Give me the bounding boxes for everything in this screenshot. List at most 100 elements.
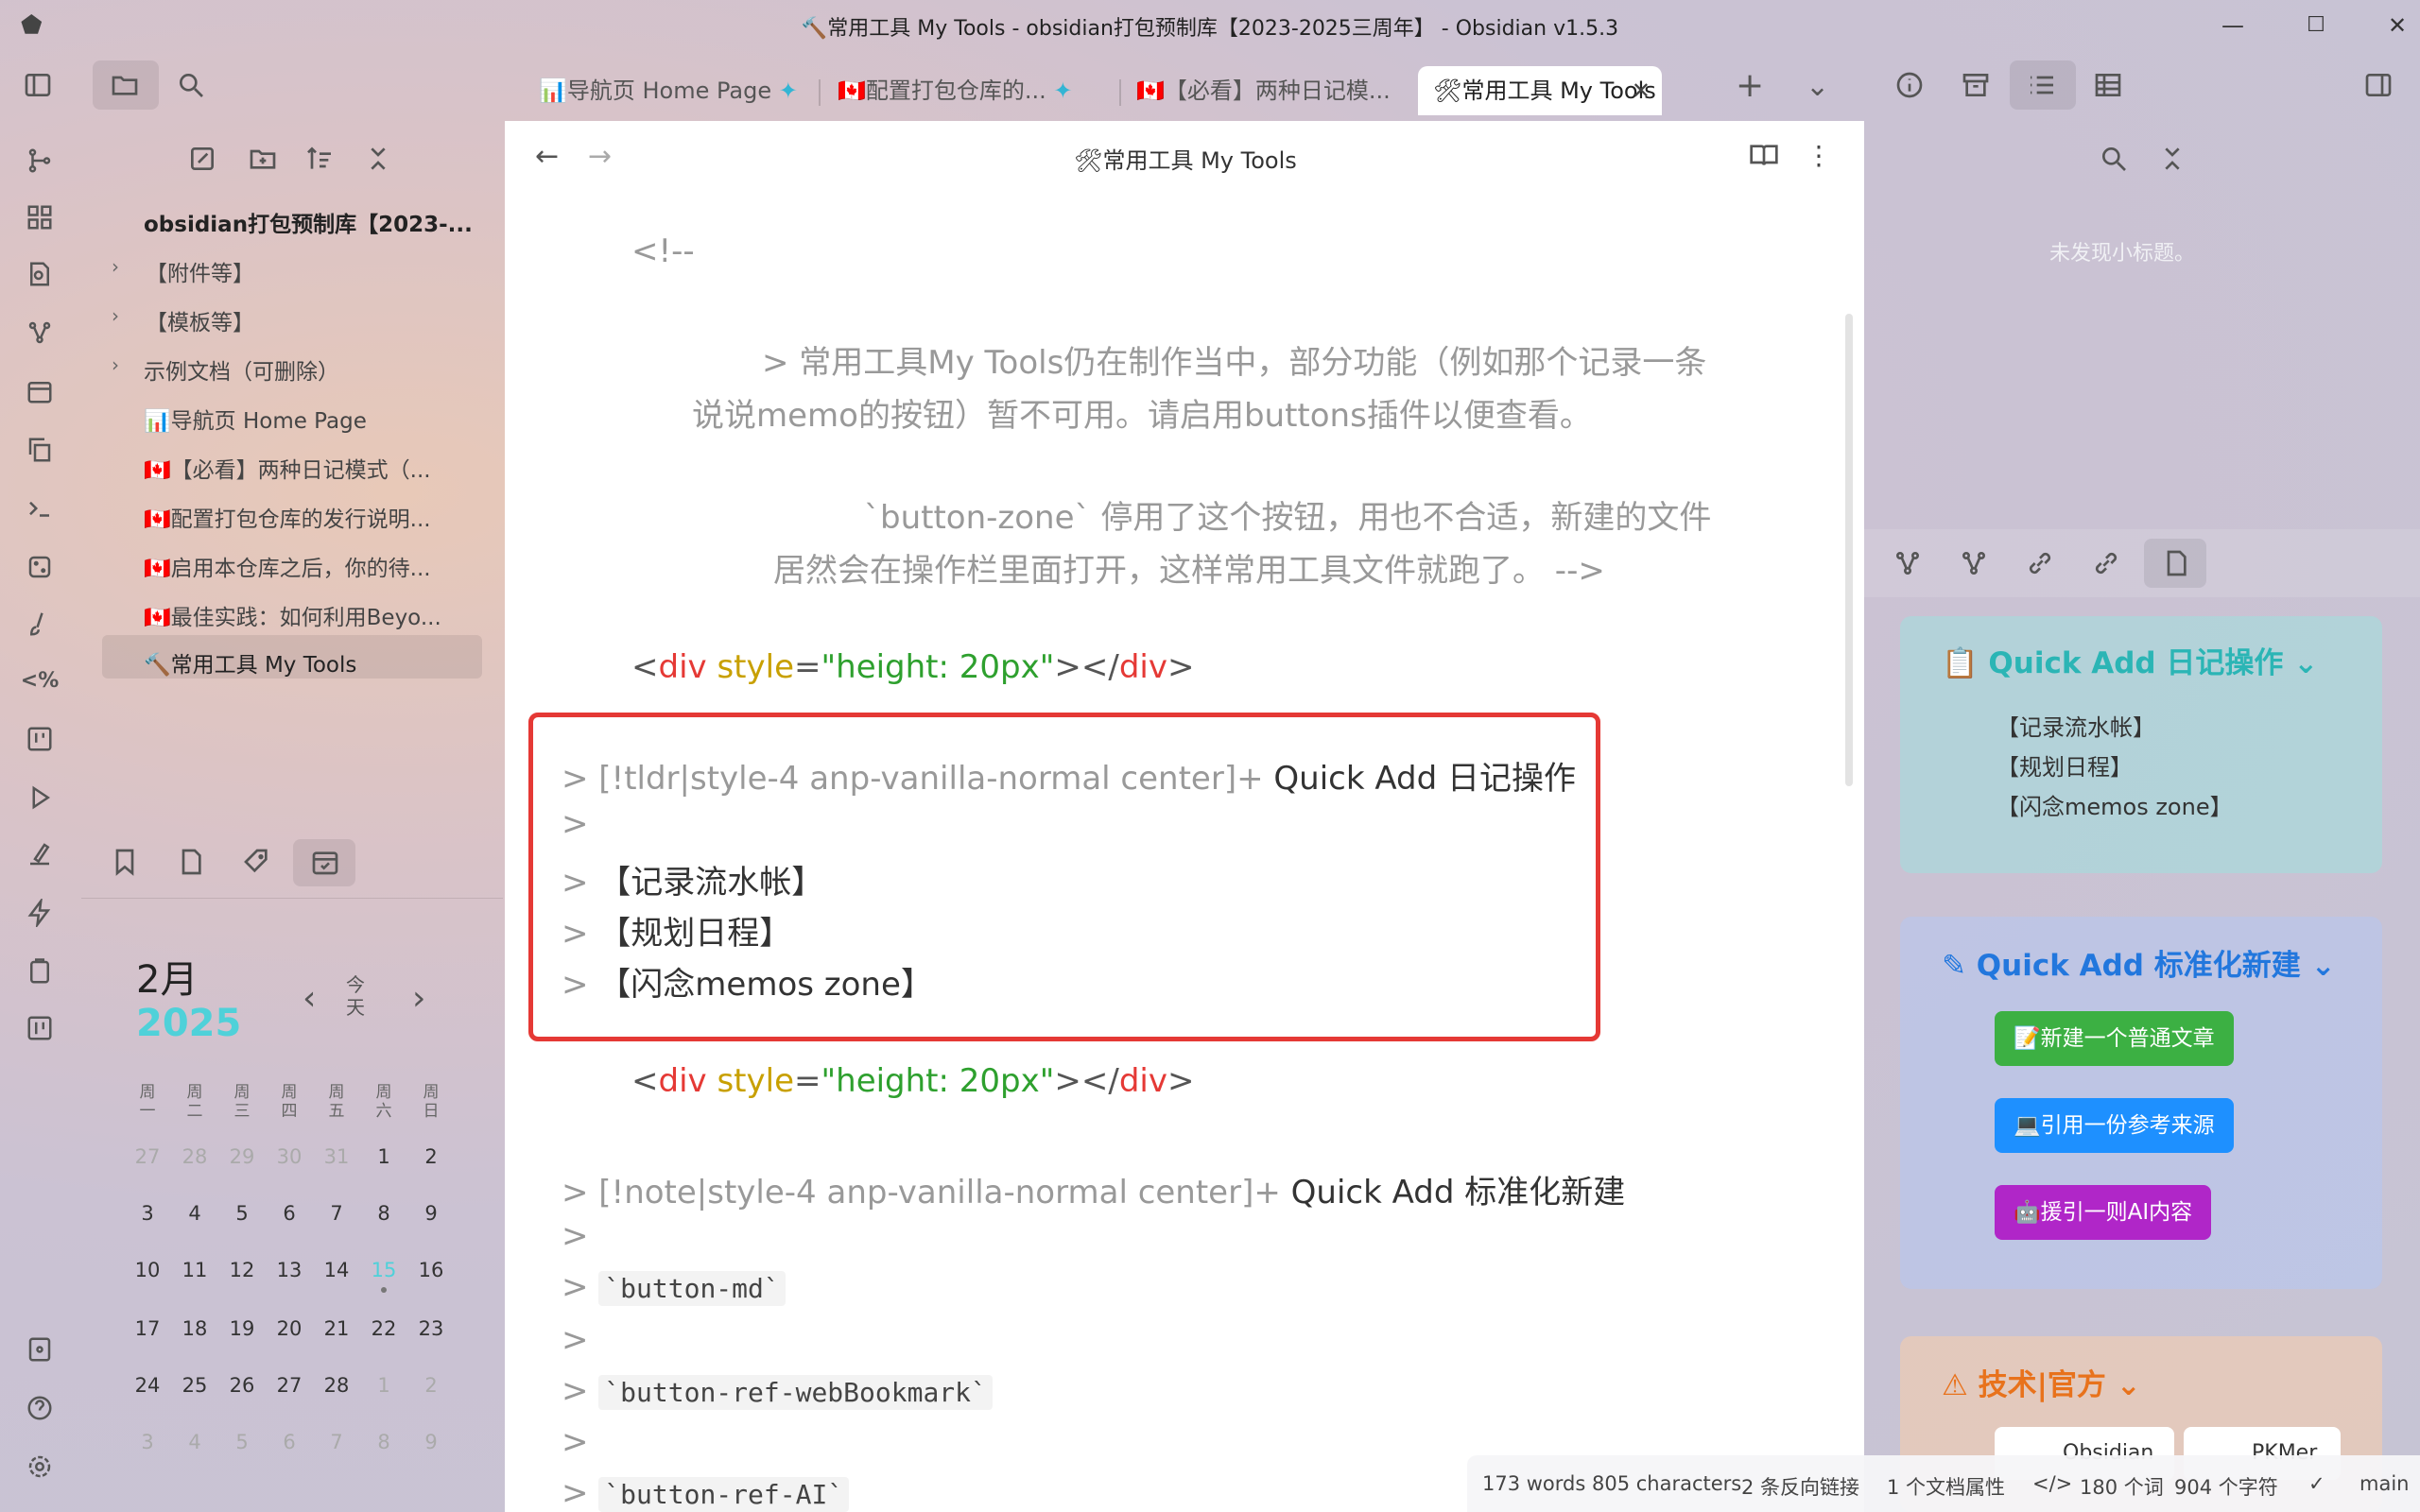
new-note-icon[interactable] (187, 144, 217, 178)
prev-month-icon[interactable]: ‹ (302, 979, 316, 1018)
minimize-button[interactable]: — (2204, 8, 2261, 43)
list-icon[interactable] (2027, 70, 2057, 104)
calendar-icon[interactable] (23, 374, 57, 408)
file-item[interactable]: 🇨🇦启用本仓库之后，你的待... (144, 550, 431, 582)
collapse-all-icon[interactable] (363, 144, 393, 178)
settings-gear-icon[interactable] (23, 1450, 57, 1484)
calendar-day[interactable]: 2 (412, 1145, 450, 1168)
editor-scrollbar[interactable] (1845, 314, 1853, 786)
calendar-day[interactable]: 7 (318, 1202, 355, 1225)
table-icon[interactable] (2093, 70, 2123, 104)
archive-icon[interactable] (1961, 70, 1991, 104)
chevron-right-icon[interactable]: › (112, 353, 119, 376)
callout-item[interactable]: 【闪念memos zone】 (1996, 788, 2233, 821)
calendar-day[interactable]: 25 (176, 1374, 214, 1397)
calendar-day[interactable]: 6 (270, 1431, 308, 1453)
folder-attachments[interactable]: 【附件等】 (146, 255, 254, 287)
calendar-day[interactable]: 10 (129, 1259, 166, 1281)
calendar-day[interactable]: 14 (318, 1259, 355, 1281)
folder-icon[interactable] (110, 70, 140, 104)
calendar-day[interactable]: 9 (412, 1431, 450, 1453)
calendar-day[interactable]: 20 (270, 1317, 308, 1340)
tab-must-read[interactable]: 🇨🇦【必看】两种日记模... (1136, 72, 1391, 121)
callout-new-title[interactable]: ✎ Quick Add 标准化新建 ⌄ (1942, 941, 2336, 984)
search-icon[interactable] (2099, 144, 2129, 178)
new-tab-button[interactable]: + (1736, 66, 1764, 105)
calendar-day[interactable]: 6 (270, 1202, 308, 1225)
reading-view-icon[interactable] (1749, 140, 1779, 174)
forward-arrow-icon[interactable]: → (588, 140, 612, 173)
close-window-button[interactable]: ✕ (2369, 8, 2420, 43)
calendar-day[interactable]: 24 (129, 1374, 166, 1397)
graph-global-icon[interactable] (1959, 548, 1989, 582)
calendar-day[interactable]: 8 (365, 1202, 403, 1225)
back-arrow-icon[interactable]: ← (535, 140, 559, 173)
editor-title[interactable]: 🛠常用工具 My Tools (1074, 142, 1297, 175)
file-item[interactable]: 📊导航页 Home Page (144, 403, 367, 435)
tab-my-tools[interactable]: 🛠常用工具 My Tools ✕ (1418, 66, 1662, 115)
callout-tech-title[interactable]: ⚠ 技术|官方 ⌄ (1942, 1361, 2141, 1403)
tab-list-button[interactable]: ⌄ (1806, 70, 1829, 103)
calendar-day[interactable]: 7 (318, 1431, 355, 1453)
callout-item[interactable]: 【记录流水帐】 (1996, 709, 2155, 742)
cite-reference-button[interactable]: 💻引用一份参考来源 (1995, 1098, 2234, 1153)
calendar-day[interactable]: 2 (412, 1374, 450, 1397)
calendar-day[interactable]: 8 (365, 1431, 403, 1453)
backlinks-icon[interactable] (2025, 548, 2055, 582)
terminal-icon[interactable] (23, 491, 57, 525)
calendar-day[interactable]: 17 (129, 1317, 166, 1340)
backlinks-count[interactable]: 2 条反向链接 (1741, 1472, 1859, 1501)
calendar-day[interactable]: 29 (223, 1145, 261, 1168)
calendar-day[interactable]: 16 (412, 1259, 450, 1281)
calendar-check-icon[interactable] (310, 847, 340, 881)
vault-icon[interactable] (23, 1332, 57, 1366)
sort-icon[interactable] (304, 144, 335, 178)
file-preview-icon[interactable] (2161, 548, 2191, 582)
git-branch[interactable]: main (2360, 1472, 2409, 1495)
calendar-day[interactable]: 11 (176, 1259, 214, 1281)
tags-icon[interactable] (242, 847, 272, 881)
more-options-icon[interactable]: ⋮ (1806, 140, 1832, 171)
dice-icon[interactable] (23, 550, 57, 584)
info-icon[interactable] (1894, 70, 1925, 104)
copy-icon[interactable] (23, 433, 57, 467)
right-sidebar-toggle-icon[interactable] (2363, 70, 2394, 104)
calendar-day[interactable]: 12 (223, 1259, 261, 1281)
search-icon[interactable] (176, 70, 206, 104)
calendar-day[interactable]: 3 (129, 1431, 166, 1453)
dashboard-icon[interactable] (23, 200, 57, 234)
git-branch-icon[interactable] (23, 144, 57, 178)
folder-templates[interactable]: 【模板等】 (146, 304, 254, 336)
calendar-day[interactable]: 5 (223, 1431, 261, 1453)
new-folder-icon[interactable] (248, 144, 278, 178)
file-item[interactable]: 🇨🇦配置打包仓库的发行说明... (144, 501, 431, 533)
pin-icon[interactable]: ✦ (1053, 77, 1072, 104)
calendar-day[interactable]: 21 (318, 1317, 355, 1340)
calendar-day[interactable]: 18 (176, 1317, 214, 1340)
folder-examples[interactable]: 示例文档（可删除） (144, 353, 339, 386)
vault-name[interactable]: obsidian打包预制库【2023-... (144, 206, 473, 238)
calendar-day[interactable]: 1 (365, 1145, 403, 1168)
brush-icon[interactable] (23, 607, 57, 641)
tab-home[interactable]: 📊导航页 Home Page ✦ (539, 72, 798, 121)
file-item[interactable]: 🇨🇦最佳实践：如何利用Beyo... (144, 599, 441, 631)
file-item-active[interactable]: 🔨常用工具 My Tools (144, 646, 356, 679)
sidebar-toggle-icon[interactable] (23, 70, 53, 104)
file-search-icon[interactable] (23, 257, 57, 291)
calendar-day[interactable]: 28 (318, 1374, 355, 1397)
highlighter-icon[interactable] (23, 837, 57, 871)
code-icon[interactable]: </> (2032, 1472, 2072, 1495)
callout-item[interactable]: 【规划日程】 (1996, 748, 2133, 782)
templater-icon[interactable]: <% (21, 663, 59, 697)
collapse-icon[interactable] (2157, 144, 2187, 178)
calendar-day[interactable]: 22 (365, 1317, 403, 1340)
file-icon[interactable] (176, 847, 206, 881)
chevron-right-icon[interactable]: › (112, 255, 119, 278)
lightning-icon[interactable] (23, 896, 57, 930)
graph-local-icon[interactable] (1893, 548, 1923, 582)
chevron-right-icon[interactable]: › (112, 304, 119, 327)
cite-ai-button[interactable]: 🤖援引一则AI内容 (1995, 1185, 2212, 1240)
calendar-day[interactable]: 30 (270, 1145, 308, 1168)
calendar-day[interactable]: 19 (223, 1317, 261, 1340)
calendar-day[interactable]: 28 (176, 1145, 214, 1168)
